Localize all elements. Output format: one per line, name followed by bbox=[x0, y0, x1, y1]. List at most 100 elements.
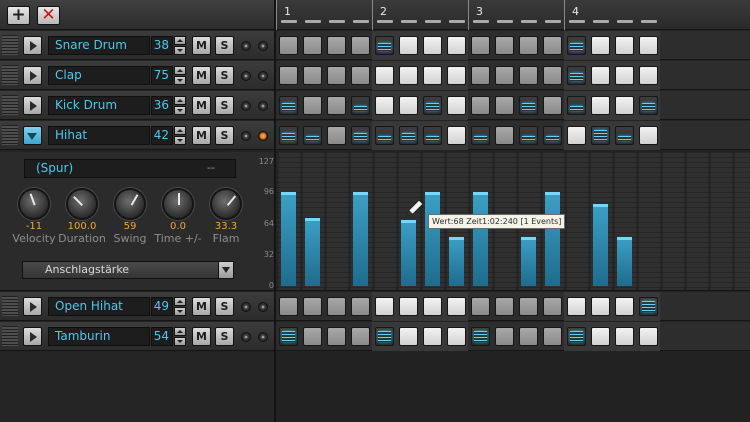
note-stepper[interactable] bbox=[174, 297, 186, 316]
step-cell-active[interactable] bbox=[351, 96, 370, 115]
mute-button[interactable]: M bbox=[192, 126, 211, 145]
step-cell-active[interactable] bbox=[567, 96, 586, 115]
step-cell-active[interactable] bbox=[423, 96, 442, 115]
delete-track-button[interactable]: ✕ bbox=[37, 6, 60, 25]
step-cell[interactable] bbox=[303, 327, 322, 346]
track-name-field[interactable]: Snare Drum bbox=[48, 36, 150, 55]
step-cell[interactable] bbox=[495, 126, 514, 145]
step-cell-active[interactable] bbox=[543, 126, 562, 145]
step-cell-active[interactable] bbox=[471, 126, 490, 145]
step-cell-active[interactable] bbox=[351, 126, 370, 145]
velocity-bar[interactable] bbox=[593, 203, 608, 286]
step-cell-active[interactable] bbox=[519, 126, 538, 145]
step-cell-active[interactable] bbox=[399, 126, 418, 145]
velocity-bar[interactable] bbox=[305, 217, 320, 286]
track-header[interactable]: Clap 75 M S bbox=[0, 61, 274, 90]
stepper-up-icon[interactable] bbox=[174, 66, 186, 75]
step-cell[interactable] bbox=[567, 126, 586, 145]
step-cell[interactable] bbox=[303, 96, 322, 115]
bar-ruler[interactable]: 1 2 3 4 bbox=[276, 0, 750, 30]
drag-grip-icon[interactable] bbox=[2, 35, 18, 55]
step-cell[interactable] bbox=[543, 327, 562, 346]
step-cell-active[interactable] bbox=[615, 126, 634, 145]
step-cell[interactable] bbox=[639, 327, 658, 346]
output-dot-icon[interactable] bbox=[241, 131, 251, 141]
step-cell-active[interactable] bbox=[591, 126, 610, 145]
note-number-field[interactable]: 38 bbox=[151, 36, 173, 55]
record-dot-icon[interactable] bbox=[258, 41, 268, 51]
track-name-field[interactable]: Kick Drum bbox=[48, 96, 150, 115]
step-cell[interactable] bbox=[327, 297, 346, 316]
step-cell[interactable] bbox=[423, 66, 442, 85]
stepper-up-icon[interactable] bbox=[174, 297, 186, 306]
velocity-bar[interactable] bbox=[353, 192, 368, 286]
velocity-bar[interactable] bbox=[449, 237, 464, 286]
step-cell-active[interactable] bbox=[567, 36, 586, 55]
step-cell[interactable] bbox=[591, 327, 610, 346]
step-cell[interactable] bbox=[591, 96, 610, 115]
step-cell[interactable] bbox=[423, 297, 442, 316]
step-cell[interactable] bbox=[399, 297, 418, 316]
knob-flam[interactable]: 33.3 Flam bbox=[204, 188, 248, 248]
step-cell[interactable] bbox=[519, 66, 538, 85]
expand-track-button[interactable] bbox=[23, 96, 42, 115]
step-cell[interactable] bbox=[399, 96, 418, 115]
track-name-field[interactable]: Tamburin bbox=[48, 327, 150, 346]
velocity-bar[interactable] bbox=[281, 192, 296, 286]
velocity-bar[interactable] bbox=[617, 237, 632, 286]
track-header[interactable]: Hihat 42 M S bbox=[0, 121, 274, 150]
step-cell[interactable] bbox=[279, 66, 298, 85]
track-name-field[interactable]: Open Hihat bbox=[48, 297, 150, 316]
output-dot-icon[interactable] bbox=[241, 332, 251, 342]
step-cell[interactable] bbox=[639, 66, 658, 85]
step-cell[interactable] bbox=[351, 66, 370, 85]
velocity-bar[interactable] bbox=[545, 192, 560, 286]
add-track-button[interactable]: + bbox=[7, 6, 30, 25]
step-cell-active[interactable] bbox=[567, 327, 586, 346]
step-cell-active[interactable] bbox=[279, 327, 298, 346]
step-cell[interactable] bbox=[471, 96, 490, 115]
note-stepper[interactable] bbox=[174, 66, 186, 85]
step-cell[interactable] bbox=[447, 126, 466, 145]
step-cell[interactable] bbox=[543, 96, 562, 115]
drag-grip-icon[interactable] bbox=[2, 95, 18, 115]
step-cell[interactable] bbox=[519, 327, 538, 346]
step-cell[interactable] bbox=[279, 36, 298, 55]
step-cell[interactable] bbox=[495, 327, 514, 346]
note-number-field[interactable]: 42 bbox=[151, 126, 173, 145]
step-cell[interactable] bbox=[423, 327, 442, 346]
step-cell-active[interactable] bbox=[423, 126, 442, 145]
stepper-up-icon[interactable] bbox=[174, 96, 186, 105]
step-cell[interactable] bbox=[303, 297, 322, 316]
step-cell-active[interactable] bbox=[375, 327, 394, 346]
step-cell[interactable] bbox=[447, 66, 466, 85]
step-cell[interactable] bbox=[471, 297, 490, 316]
velocity-bar[interactable] bbox=[473, 192, 488, 286]
step-cell[interactable] bbox=[303, 66, 322, 85]
output-dot-icon[interactable] bbox=[241, 41, 251, 51]
step-cell[interactable] bbox=[471, 66, 490, 85]
step-cell[interactable] bbox=[567, 297, 586, 316]
step-cell-active[interactable] bbox=[303, 126, 322, 145]
stepper-down-icon[interactable] bbox=[174, 46, 186, 55]
knob-dial[interactable] bbox=[18, 188, 50, 220]
solo-button[interactable]: S bbox=[215, 126, 234, 145]
chevron-down-icon[interactable] bbox=[218, 262, 233, 278]
track-name-field[interactable]: Hihat bbox=[48, 126, 150, 145]
stepper-down-icon[interactable] bbox=[174, 106, 186, 115]
step-cell[interactable] bbox=[327, 66, 346, 85]
step-cell-active[interactable] bbox=[279, 126, 298, 145]
step-cell[interactable] bbox=[375, 66, 394, 85]
step-cell[interactable] bbox=[351, 297, 370, 316]
solo-button[interactable]: S bbox=[215, 66, 234, 85]
knob-dial[interactable] bbox=[162, 188, 194, 220]
step-cell[interactable] bbox=[399, 66, 418, 85]
step-cell[interactable] bbox=[447, 327, 466, 346]
step-cell[interactable] bbox=[375, 297, 394, 316]
knob-swing[interactable]: 59 Swing bbox=[108, 188, 152, 248]
mute-button[interactable]: M bbox=[192, 96, 211, 115]
step-cell[interactable] bbox=[543, 297, 562, 316]
mute-button[interactable]: M bbox=[192, 297, 211, 316]
record-dot-icon[interactable] bbox=[258, 302, 268, 312]
step-cell[interactable] bbox=[399, 327, 418, 346]
